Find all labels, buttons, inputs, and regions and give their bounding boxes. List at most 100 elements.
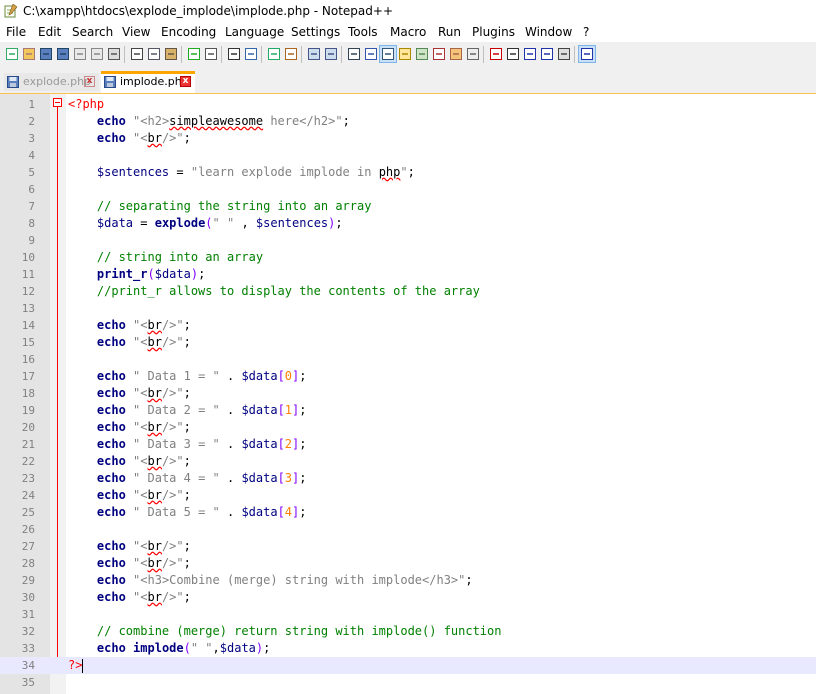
code-line[interactable]: 18 echo "<br/>"; — [0, 385, 816, 402]
replace-icon[interactable] — [243, 46, 259, 62]
play-macro-icon[interactable] — [522, 46, 538, 62]
toolbar-separator — [261, 46, 262, 63]
stop-record-icon[interactable] — [505, 46, 521, 62]
code-line[interactable]: 11 print_r($data); — [0, 266, 816, 283]
cut-icon[interactable] — [129, 46, 145, 62]
code-line[interactable]: 21 echo " Data 3 = " . $data[2]; — [0, 436, 816, 453]
code-line[interactable]: 28 echo "<br/>"; — [0, 555, 816, 572]
folder-workspace-icon[interactable] — [448, 46, 464, 62]
code-line[interactable]: 24 echo "<br/>"; — [0, 487, 816, 504]
zoom-in-icon[interactable] — [266, 46, 282, 62]
word-wrap-icon[interactable] — [346, 46, 362, 62]
line-number: 27 — [21, 540, 35, 553]
doc-map-icon[interactable] — [414, 46, 430, 62]
sync-horizontal-icon[interactable] — [323, 46, 339, 62]
undo-icon[interactable] — [186, 46, 202, 62]
close-all-icon[interactable] — [89, 46, 105, 62]
code-line[interactable]: 14 echo "<br/>"; — [0, 317, 816, 334]
code-line[interactable]: 9 — [0, 232, 816, 249]
toolbar-separator — [574, 46, 575, 63]
code-line[interactable]: 5 $sentences = "learn explode implode in… — [0, 164, 816, 181]
line-number: 16 — [21, 353, 35, 366]
close-icon[interactable]: x — [84, 76, 95, 87]
code-line[interactable]: 12 //print_r allows to display the conte… — [0, 283, 816, 300]
code-line[interactable]: 20 echo "<br/>"; — [0, 419, 816, 436]
show-all-chars-icon[interactable] — [363, 46, 379, 62]
code-line[interactable]: 4 — [0, 147, 816, 164]
save-macro-icon[interactable] — [556, 46, 572, 62]
code-line[interactable]: 30 echo "<br/>"; — [0, 589, 816, 606]
record-macro-icon[interactable] — [488, 46, 504, 62]
line-number: 18 — [21, 387, 35, 400]
line-number: 11 — [21, 268, 35, 281]
menu-view[interactable]: View — [122, 25, 150, 39]
line-code: echo "<h3>Combine (merge) string with im… — [96, 573, 473, 587]
menu-tools[interactable]: Tools — [348, 25, 378, 39]
code-line[interactable]: 33 echo implode(" ",$data); — [0, 640, 816, 657]
close-icon[interactable]: x — [180, 76, 191, 87]
code-editor[interactable]: 1 <?php 2 echo "<h2>simpleawesome here</h2… — [0, 94, 816, 694]
code-line[interactable]: 35 — [0, 674, 816, 691]
function-list-icon[interactable] — [431, 46, 447, 62]
code-line[interactable]: 2 echo "<h2>simpleawesome here</h2>"; — [0, 113, 816, 130]
menu-language[interactable]: Language — [225, 25, 284, 39]
code-line[interactable]: 19 echo " Data 2 = " . $data[1]; — [0, 402, 816, 419]
menu-help[interactable]: ? — [583, 25, 589, 39]
code-line[interactable]: 15 echo "<br/>"; — [0, 334, 816, 351]
print-icon[interactable] — [106, 46, 122, 62]
tab-explode-php[interactable]: explode.php x — [4, 73, 99, 91]
paste-icon[interactable] — [163, 46, 179, 62]
code-line[interactable]: 3 echo "<br/>"; — [0, 130, 816, 147]
code-line[interactable]: 16 — [0, 351, 816, 368]
code-line[interactable]: 6 — [0, 181, 816, 198]
toolbar-separator — [301, 46, 302, 63]
indent-guide-icon[interactable] — [379, 45, 397, 63]
sync-vertical-icon[interactable] — [306, 46, 322, 62]
zoom-out-icon[interactable] — [283, 46, 299, 62]
menu-plugins[interactable]: Plugins — [472, 25, 515, 39]
code-line[interactable]: 26 — [0, 521, 816, 538]
tab-implode-php[interactable]: implode.php x — [101, 71, 195, 93]
run-macro-multiple-icon[interactable] — [539, 46, 555, 62]
menu-run[interactable]: Run — [438, 25, 461, 39]
redo-icon[interactable] — [203, 46, 219, 62]
line-code: $data = explode(" " , $sentences); — [96, 216, 343, 230]
new-file-icon[interactable] — [4, 46, 20, 62]
code-line[interactable]: 7 // separating the string into an array — [0, 198, 816, 215]
save-icon[interactable] — [38, 46, 54, 62]
find-icon[interactable] — [226, 46, 242, 62]
code-line[interactable]: 32 // combine (merge) return string with… — [0, 623, 816, 640]
code-line[interactable]: 29 echo "<h3>Combine (merge) string with… — [0, 572, 816, 589]
menu-search[interactable]: Search — [72, 25, 113, 39]
code-line[interactable]: 34 ?> — [0, 657, 816, 674]
code-line[interactable]: 10 // string into an array — [0, 249, 816, 266]
menu-macro[interactable]: Macro — [390, 25, 426, 39]
copy-icon[interactable] — [146, 46, 162, 62]
line-number: 8 — [28, 217, 35, 230]
menu-window[interactable]: Window — [525, 25, 572, 39]
close-icon[interactable] — [72, 46, 88, 62]
line-number: 15 — [21, 336, 35, 349]
menu-settings[interactable]: Settings — [291, 25, 340, 39]
menu-encoding[interactable]: Encoding — [161, 25, 216, 39]
code-line[interactable]: 23 echo " Data 4 = " . $data[3]; — [0, 470, 816, 487]
line-code: // combine (merge) return string with im… — [96, 624, 502, 638]
line-number: 9 — [28, 234, 35, 247]
menu-file[interactable]: File — [6, 25, 26, 39]
user-language-icon[interactable] — [397, 46, 413, 62]
code-line[interactable]: 31 — [0, 606, 816, 623]
code-line[interactable]: 27 echo "<br/>"; — [0, 538, 816, 555]
code-line[interactable]: 8 $data = explode(" " , $sentences); — [0, 215, 816, 232]
save-all-icon[interactable] — [55, 46, 71, 62]
code-line[interactable]: 17 echo " Data 1 = " . $data[0]; — [0, 368, 816, 385]
code-line[interactable]: 1 <?php — [0, 96, 816, 113]
spell-check-icon[interactable] — [578, 45, 596, 63]
line-code: echo "<h2>simpleawesome here</h2>"; — [96, 114, 350, 128]
code-line[interactable]: 22 echo "<br/>"; — [0, 453, 816, 470]
menu-edit[interactable]: Edit — [38, 25, 61, 39]
line-number: 32 — [21, 625, 35, 638]
code-line[interactable]: 13 — [0, 300, 816, 317]
open-file-icon[interactable] — [21, 46, 37, 62]
monitoring-icon[interactable] — [465, 46, 481, 62]
code-line[interactable]: 25 echo " Data 5 = " . $data[4]; — [0, 504, 816, 521]
